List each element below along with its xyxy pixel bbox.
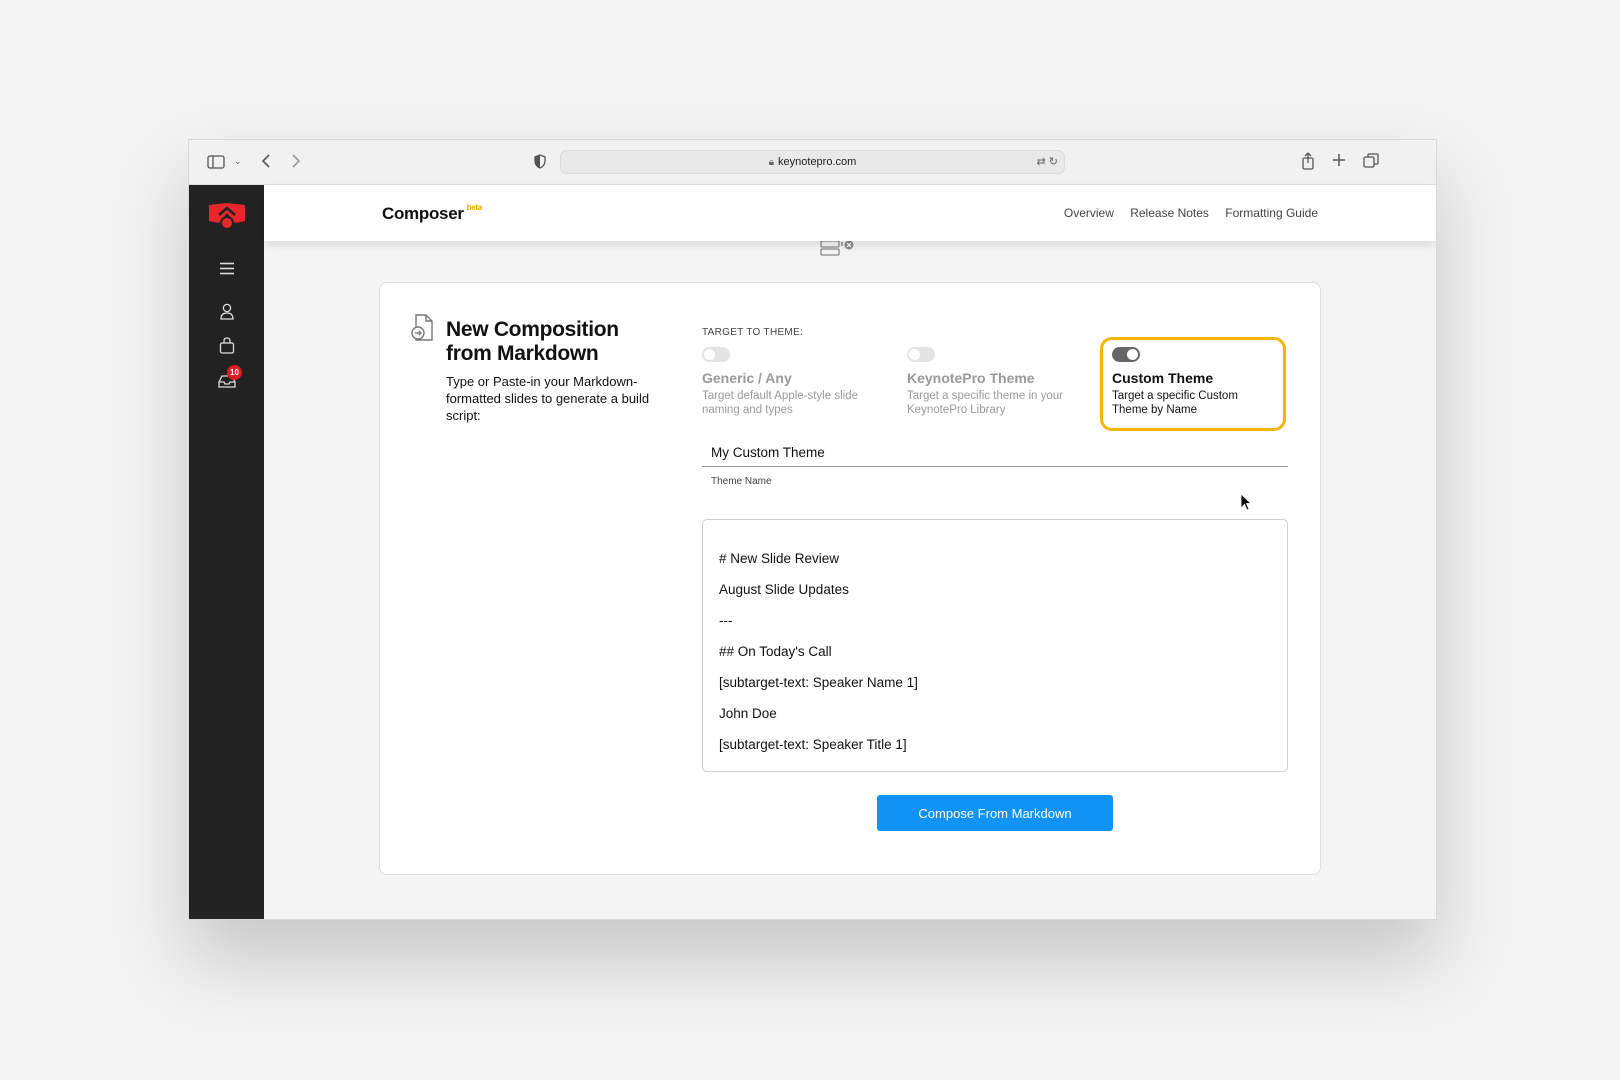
- page-description: Type or Paste-in your Markdown-formatted…: [446, 374, 650, 423]
- new-tab-icon[interactable]: [1332, 153, 1346, 167]
- nav-overview[interactable]: Overview: [1064, 206, 1114, 220]
- option-description: Target default Apple-style slide naming …: [702, 390, 858, 416]
- option-generic[interactable]: Generic / Any Target default Apple-style…: [690, 337, 876, 431]
- compose-from-markdown-button[interactable]: Compose From Markdown: [877, 795, 1113, 831]
- option-title: Custom Theme: [1112, 370, 1214, 386]
- reload-icon[interactable]: ↻: [1049, 156, 1058, 168]
- markdown-line: ## On Today's Call: [719, 644, 832, 659]
- option-description: Target a specific Custom Theme by Name: [1112, 390, 1238, 416]
- markdown-line: ---: [719, 613, 733, 628]
- document-import-icon: [410, 314, 434, 347]
- markdown-editor[interactable]: # New Slide Review August Slide Updates …: [702, 519, 1288, 772]
- beta-tag: beta: [466, 203, 483, 212]
- keynotepro-logo[interactable]: [189, 201, 264, 236]
- option-title: KeynotePro Theme: [907, 370, 1035, 386]
- markdown-line: [subtarget-text: Speaker Title 1]: [719, 737, 907, 752]
- address-bar[interactable]: 🔒︎ keynotepro.com ⇄ ↻: [560, 150, 1065, 174]
- mouse-pointer-icon: [1240, 493, 1253, 516]
- app-sidebar: 10: [189, 185, 264, 919]
- markdown-line: [subtarget-text: Speaker Name 1]: [719, 675, 918, 690]
- theme-name-input[interactable]: [702, 439, 1288, 467]
- back-icon[interactable]: [261, 153, 271, 169]
- url-text: keynotepro.com: [778, 156, 857, 168]
- composition-card: New Composition from Markdown Type or Pa…: [379, 282, 1321, 875]
- brand-name: Composer: [382, 204, 464, 223]
- privacy-shield-icon[interactable]: [534, 154, 546, 169]
- sidebar-toggle-icon[interactable]: [207, 155, 225, 169]
- share-icon[interactable]: [1301, 152, 1315, 170]
- theme-name-label: Theme Name: [711, 476, 772, 487]
- inbox-icon[interactable]: 10: [189, 365, 264, 393]
- option-title: Generic / Any: [702, 370, 792, 386]
- option-description: Target a specific theme in your KeynoteP…: [907, 390, 1063, 416]
- option-keynotepro-theme[interactable]: KeynotePro Theme Target a specific theme…: [895, 337, 1081, 431]
- keynotepro-toggle[interactable]: [907, 347, 935, 362]
- markdown-line: August Slide Updates: [719, 582, 849, 597]
- tab-overview-icon[interactable]: [1363, 153, 1379, 168]
- notification-badge: 10: [227, 365, 242, 380]
- browser-toolbar: ⌄ 🔒︎ keynotepro.com ⇄ ↻: [189, 140, 1436, 185]
- chevron-down-icon[interactable]: ⌄: [234, 157, 242, 166]
- top-nav: Overview Release Notes Formatting Guide: [1051, 206, 1318, 220]
- user-icon[interactable]: [189, 303, 264, 325]
- app-brand[interactable]: Composer beta: [382, 203, 482, 224]
- layout-settings-icon[interactable]: [819, 240, 855, 261]
- nav-formatting-guide[interactable]: Formatting Guide: [1225, 206, 1318, 220]
- shopping-bag-icon[interactable]: [189, 337, 264, 359]
- forward-icon[interactable]: [291, 153, 301, 169]
- browser-window: ⌄ 🔒︎ keynotepro.com ⇄ ↻ 10 Composer beta…: [188, 139, 1437, 920]
- custom-theme-toggle[interactable]: [1112, 347, 1140, 362]
- translate-icon[interactable]: ⇄: [1037, 156, 1046, 168]
- markdown-line: John Doe: [719, 706, 777, 721]
- lock-icon: 🔒︎: [768, 157, 775, 168]
- menu-icon[interactable]: [189, 262, 264, 280]
- page-title: New Composition from Markdown: [446, 318, 619, 365]
- nav-release-notes[interactable]: Release Notes: [1130, 206, 1209, 220]
- markdown-line: # New Slide Review: [719, 551, 840, 566]
- option-custom-theme[interactable]: Custom Theme Target a specific Custom Th…: [1100, 337, 1286, 431]
- app-header: Composer beta Overview Release Notes Form…: [264, 185, 1436, 241]
- generic-toggle[interactable]: [702, 347, 730, 362]
